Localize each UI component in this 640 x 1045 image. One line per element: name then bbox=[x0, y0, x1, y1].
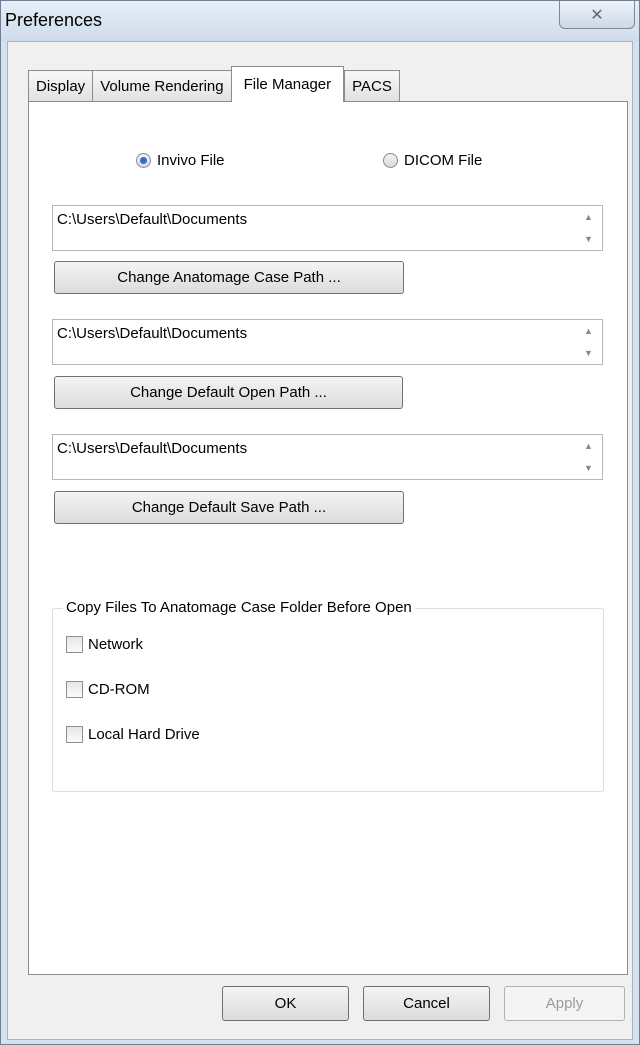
scroll-down-icon[interactable]: ▼ bbox=[584, 234, 593, 244]
change-save-path-button[interactable]: Change Default Save Path ... bbox=[54, 491, 404, 524]
file-manager-panel: Invivo File DICOM File C:\Users\Default\… bbox=[28, 101, 628, 975]
copy-files-groupbox: Copy Files To Anatomage Case Folder Befo… bbox=[52, 599, 604, 792]
open-path-scrollbar[interactable]: ▲ ▼ bbox=[575, 320, 602, 364]
tab-volume-rendering[interactable]: Volume Rendering bbox=[92, 70, 232, 102]
network-label: Network bbox=[88, 636, 144, 653]
open-path-field[interactable]: C:\Users\Default\Documents ▲ ▼ bbox=[52, 319, 603, 365]
radio-button-selected[interactable] bbox=[136, 153, 151, 168]
case-path-field[interactable]: C:\Users\Default\Documents ▲ ▼ bbox=[52, 205, 603, 251]
tab-display[interactable]: Display bbox=[28, 70, 94, 102]
ok-button[interactable]: OK bbox=[222, 986, 349, 1021]
preferences-window: Preferences ✕ Display Volume Rendering F… bbox=[0, 0, 640, 1045]
local-hard-drive-label: Local Hard Drive bbox=[88, 726, 200, 743]
radio-button-unselected[interactable] bbox=[383, 153, 398, 168]
invivo-file-radio[interactable]: Invivo File bbox=[136, 152, 225, 169]
window-title: Preferences bbox=[5, 10, 103, 30]
save-path-scrollbar[interactable]: ▲ ▼ bbox=[575, 435, 602, 479]
cd-rom-label: CD-ROM bbox=[88, 681, 150, 698]
change-case-path-button[interactable]: Change Anatomage Case Path ... bbox=[54, 261, 404, 294]
close-button[interactable]: ✕ bbox=[559, 1, 635, 29]
local-hard-drive-checkbox-row[interactable]: Local Hard Drive bbox=[66, 726, 200, 743]
apply-button[interactable]: Apply bbox=[504, 986, 625, 1021]
change-open-path-button[interactable]: Change Default Open Path ... bbox=[54, 376, 403, 409]
case-path-scrollbar[interactable]: ▲ ▼ bbox=[575, 206, 602, 250]
scroll-down-icon[interactable]: ▼ bbox=[584, 463, 593, 473]
title-bar[interactable]: Preferences ✕ bbox=[1, 1, 639, 41]
save-path-value: C:\Users\Default\Documents bbox=[57, 440, 248, 457]
dialog-client-area: Display Volume Rendering File Manager PA… bbox=[7, 41, 633, 1040]
tab-pacs[interactable]: PACS bbox=[344, 70, 400, 102]
case-path-value: C:\Users\Default\Documents bbox=[57, 211, 248, 228]
network-checkbox[interactable] bbox=[66, 636, 83, 653]
copy-files-group-label: Copy Files To Anatomage Case Folder Befo… bbox=[63, 599, 415, 616]
dicom-file-radio[interactable]: DICOM File bbox=[383, 152, 482, 169]
network-checkbox-row[interactable]: Network bbox=[66, 636, 143, 653]
cd-rom-checkbox[interactable] bbox=[66, 681, 83, 698]
scroll-down-icon[interactable]: ▼ bbox=[584, 348, 593, 358]
scroll-up-icon[interactable]: ▲ bbox=[584, 326, 593, 336]
close-icon: ✕ bbox=[590, 6, 604, 24]
scroll-up-icon[interactable]: ▲ bbox=[584, 212, 593, 222]
save-path-field[interactable]: C:\Users\Default\Documents ▲ ▼ bbox=[52, 434, 603, 480]
open-path-value: C:\Users\Default\Documents bbox=[57, 325, 248, 342]
local-hard-drive-checkbox[interactable] bbox=[66, 726, 83, 743]
cd-rom-checkbox-row[interactable]: CD-ROM bbox=[66, 681, 150, 698]
scroll-up-icon[interactable]: ▲ bbox=[584, 441, 593, 451]
invivo-file-label: Invivo File bbox=[157, 152, 225, 169]
cancel-button[interactable]: Cancel bbox=[363, 986, 490, 1021]
tab-file-manager[interactable]: File Manager bbox=[230, 66, 345, 102]
tab-strip: Display Volume Rendering File Manager PA… bbox=[28, 66, 400, 102]
dicom-file-label: DICOM File bbox=[404, 152, 483, 169]
